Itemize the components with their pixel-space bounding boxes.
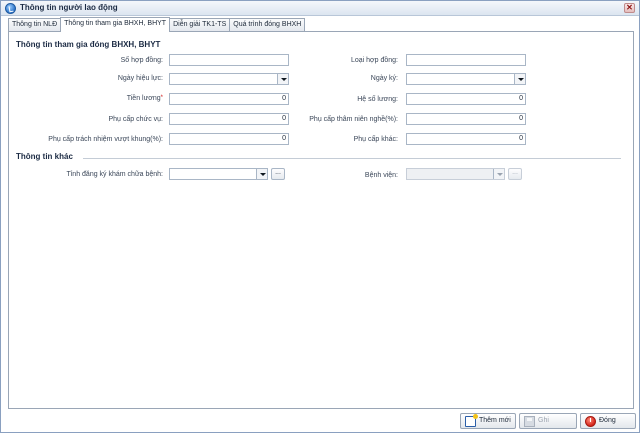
- add-new-label: Thêm mới: [479, 417, 511, 424]
- close-label: Đóng: [599, 417, 616, 424]
- label-tien-luong-text: Tiền lương: [126, 95, 161, 102]
- chevron-down-icon[interactable]: [256, 169, 267, 179]
- title-bar[interactable]: Thông tin người lao động ✕: [1, 1, 639, 16]
- tab-qua-trinh-dong-bhxh[interactable]: Quá trình đóng BHXH: [229, 18, 306, 31]
- tab-thong-tin-bhxh-bhyt[interactable]: Thông tin tham gia BHXH, BHYT: [60, 17, 171, 32]
- he-so-luong-input[interactable]: 0: [406, 93, 526, 105]
- label-tien-luong: Tiền lương*: [127, 95, 163, 102]
- tab-strip: Thông tin NLĐ Thông tin tham gia BHXH, B…: [8, 17, 306, 32]
- tien-luong-input[interactable]: 0: [169, 93, 289, 105]
- benh-vien-select[interactable]: [406, 168, 505, 180]
- app-info-icon: [5, 3, 16, 14]
- tinh-dang-ky-browse-button[interactable]: ...: [271, 168, 285, 180]
- label-tinh-dang-ky: Tỉnh đăng ký khám chữa bệnh:: [66, 171, 163, 178]
- label-benh-vien: Bệnh viện:: [364, 172, 398, 179]
- phu-cap-chuc-vu-input[interactable]: 0: [169, 113, 289, 125]
- required-mark: *: [160, 95, 163, 101]
- new-document-icon: [465, 414, 478, 427]
- label-ngay-hieu-luc: Ngày hiệu lực:: [117, 75, 163, 82]
- label-phu-cap-chuc-vu: Phụ cấp chức vụ:: [108, 116, 164, 123]
- phu-cap-trach-nhiem-input[interactable]: 0: [169, 133, 289, 145]
- window-close-button[interactable]: ✕: [624, 3, 635, 13]
- benh-vien-browse-button[interactable]: ...: [508, 168, 522, 180]
- label-phu-cap-trach-nhiem: Phụ cấp trách nhiệm vượt khung(%):: [48, 136, 163, 143]
- tab-content-panel: [8, 31, 634, 409]
- tab-thong-tin-nld[interactable]: Thông tin NLĐ: [8, 18, 62, 31]
- label-loai-hop-dong: Loại hợp đồng:: [350, 57, 398, 64]
- window-title: Thông tin người lao động: [20, 3, 118, 12]
- so-hop-dong-input[interactable]: [169, 54, 289, 66]
- chevron-down-icon[interactable]: [277, 74, 288, 84]
- save-button[interactable]: Ghi: [519, 413, 577, 429]
- label-phu-cap-tham-nien-nghe: Phụ cấp thâm niên nghề(%):: [309, 116, 398, 123]
- label-he-so-luong: Hệ số lương:: [357, 96, 398, 103]
- add-new-button[interactable]: Thêm mới: [460, 413, 516, 429]
- phu-cap-tham-nien-nghe-input[interactable]: 0: [406, 113, 526, 125]
- section-title-thong-tin-khac: Thông tin khác: [16, 152, 73, 161]
- phu-cap-khac-input[interactable]: 0: [406, 133, 526, 145]
- chevron-down-icon[interactable]: [514, 74, 525, 84]
- tab-dien-giai-tk1-ts[interactable]: Diễn giải TK1-TS: [169, 18, 231, 31]
- dialog-window: Thông tin người lao động ✕ Thông tin NLĐ…: [0, 0, 640, 433]
- chevron-down-icon[interactable]: [493, 169, 504, 179]
- section-title-bhxh: Thông tin tham gia đóng BHXH, BHYT: [16, 40, 161, 49]
- power-icon: [585, 416, 596, 427]
- save-icon: [524, 416, 535, 427]
- ngay-ky-date-picker[interactable]: [406, 73, 526, 85]
- label-ngay-ky: Ngày ký:: [370, 75, 398, 82]
- tinh-dang-ky-select[interactable]: [169, 168, 268, 180]
- loai-hop-dong-input[interactable]: [406, 54, 526, 66]
- save-label: Ghi: [538, 417, 549, 424]
- close-button[interactable]: Đóng: [580, 413, 636, 429]
- label-so-hop-dong: Số hợp đồng:: [120, 57, 163, 64]
- dialog-footer: Thêm mới Ghi Đóng: [1, 410, 639, 432]
- label-phu-cap-khac: Phụ cấp khác:: [353, 136, 398, 143]
- section-divider: [83, 158, 621, 159]
- ngay-hieu-luc-date-picker[interactable]: [169, 73, 289, 85]
